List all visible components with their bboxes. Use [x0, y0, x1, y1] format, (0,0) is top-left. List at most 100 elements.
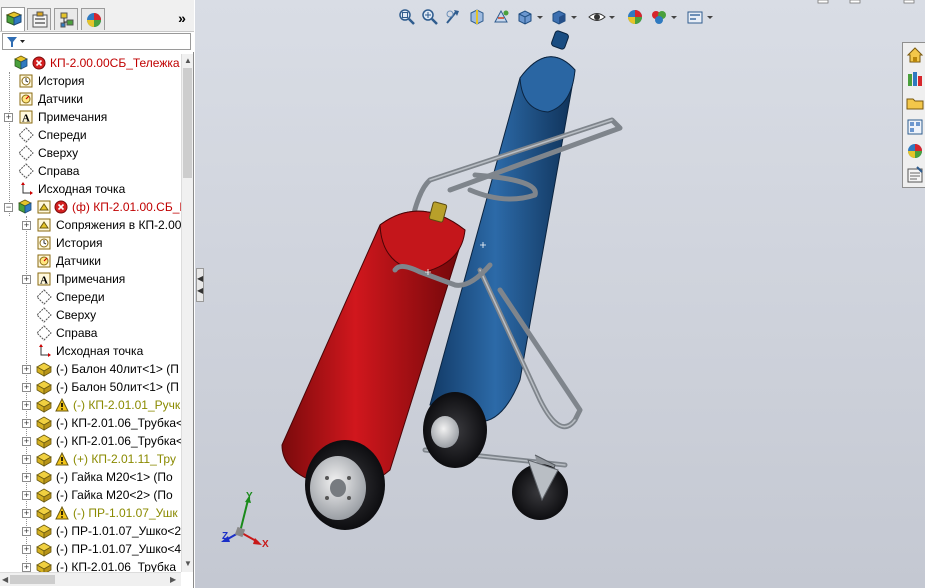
expand-toggle-icon[interactable]: + — [22, 419, 31, 428]
expand-toggle-icon[interactable]: + — [22, 365, 31, 374]
tree-row[interactable]: Датчики — [0, 90, 181, 108]
sensor-icon — [18, 91, 34, 107]
tree-row-label: Сверху — [56, 308, 97, 322]
design-library-icon[interactable] — [905, 69, 925, 89]
tree-row-label: История — [56, 236, 103, 250]
expand-toggle-icon[interactable]: + — [22, 509, 31, 518]
task-pane-tabs — [902, 42, 925, 188]
tree-row[interactable]: + A Примечания — [0, 270, 181, 288]
tree-row-label: КП-2.00.00СБ_Тележка (П — [50, 56, 181, 70]
trolley-model[interactable] — [195, 0, 925, 588]
tree-horizontal-scrollbar[interactable]: ◀ ▶ — [0, 572, 181, 586]
expand-toggle-icon[interactable]: + — [22, 545, 31, 554]
filter-row — [0, 32, 194, 52]
tree-row[interactable]: + (-) КП-2.01.01_Ручк — [0, 396, 181, 414]
tree-row-label: Справа — [38, 164, 80, 178]
mates-folder-icon — [36, 199, 52, 215]
view-palette-icon[interactable] — [905, 117, 925, 137]
tree-row[interactable]: + (-) Балон 40лит<1> (П — [0, 360, 181, 378]
horizontal-scroll-thumb[interactable] — [10, 575, 55, 584]
collapse-toggle-icon[interactable]: − — [4, 203, 13, 212]
tree-row[interactable]: История — [0, 72, 181, 90]
tree-row[interactable]: + (-) ПР-1.01.07_Ушк — [0, 504, 181, 522]
plane-icon — [18, 145, 34, 161]
expand-toggle-icon[interactable]: + — [22, 401, 31, 410]
vertical-scroll-thumb[interactable] — [183, 68, 192, 178]
tree-row[interactable]: + (-) ПР-1.01.07_Ушко<4 — [0, 540, 181, 558]
solidworks-resources-icon[interactable] — [905, 45, 925, 65]
plane-icon — [36, 307, 52, 323]
tree-row[interactable]: + (-) КП-2.01.06_Трубка< — [0, 432, 181, 450]
tree-row-label: Примечания — [56, 272, 126, 286]
tree-row-label: Сверху — [38, 146, 79, 160]
tree-row-label: (-) ПР-1.01.07_Ушко<4 — [56, 542, 181, 556]
expand-toggle-icon[interactable]: + — [22, 221, 31, 230]
history-icon — [36, 235, 52, 251]
tree-row[interactable]: + (-) Гайка М20<2> (По — [0, 486, 181, 504]
file-explorer-icon[interactable] — [905, 93, 925, 113]
tree-row[interactable]: История — [0, 234, 181, 252]
expand-toggle-icon[interactable]: + — [22, 275, 31, 284]
tree-row[interactable]: Справа — [0, 324, 181, 342]
part-icon — [36, 541, 52, 557]
tree-row[interactable]: Датчики — [0, 252, 181, 270]
appearances-icon[interactable] — [905, 141, 925, 161]
tree-row[interactable]: + Сопряжения в КП-2.00 — [0, 216, 181, 234]
part-icon — [36, 361, 52, 377]
tree-row[interactable]: Сверху — [0, 306, 181, 324]
tree-row[interactable]: − (ф) КП-2.01.00.СБ_Р — [0, 198, 181, 216]
tree-row[interactable]: Исходная точка — [0, 180, 181, 198]
front-wheel[interactable] — [305, 440, 385, 530]
propertymanager-tab[interactable] — [27, 8, 51, 30]
featuremanager-tab[interactable] — [1, 7, 25, 31]
tree-row-label: (-) Балон 50лит<1> (П — [56, 380, 179, 394]
tree-row[interactable]: + (+) КП-2.01.11_Тру — [0, 450, 181, 468]
expand-toggle-icon[interactable]: + — [22, 437, 31, 446]
expand-toggle-icon[interactable]: + — [4, 113, 13, 122]
expand-toggle-icon[interactable]: + — [22, 455, 31, 464]
panel-collapse-button[interactable]: » — [174, 10, 190, 26]
expand-toggle-icon[interactable]: + — [22, 527, 31, 536]
tree-row[interactable]: Спереди — [0, 288, 181, 306]
tree-row-label: (+) КП-2.01.11_Тру — [73, 452, 176, 466]
scroll-up-arrow-icon[interactable]: ▲ — [184, 56, 192, 66]
tree-row[interactable]: + (-) КП-2.01.06_Трубка — [0, 558, 181, 572]
custom-properties-icon[interactable] — [905, 165, 925, 185]
tree-row[interactable]: + (-) Балон 50лит<1> (П — [0, 378, 181, 396]
tree-row-label: (-) ПР-1.01.07_Ушк — [73, 506, 178, 520]
expand-toggle-icon[interactable]: + — [22, 491, 31, 500]
expand-toggle-icon[interactable]: + — [22, 473, 31, 482]
configurationmanager-icon — [60, 12, 74, 28]
displaymanager-tab[interactable] — [81, 8, 105, 30]
tree-filter-input[interactable] — [2, 33, 191, 50]
assembly-icon — [14, 55, 30, 71]
tree-row[interactable]: Исходная точка — [0, 342, 181, 360]
tree-row-label: История — [38, 74, 85, 88]
origin-icon — [36, 343, 52, 359]
tree-row-label: (-) Гайка М20<1> (По — [56, 470, 173, 484]
sensor-icon — [36, 253, 52, 269]
tree-row[interactable]: + A Примечания — [0, 108, 181, 126]
tree-vertical-scrollbar[interactable]: ▲ ▼ — [181, 54, 193, 572]
expand-toggle-icon[interactable]: + — [22, 383, 31, 392]
tree-row[interactable]: Спереди — [0, 126, 181, 144]
scroll-down-arrow-icon[interactable]: ▼ — [184, 559, 192, 569]
part-icon — [36, 487, 52, 503]
tree-row-label: (-) Балон 40лит<1> (П — [56, 362, 179, 376]
tree-row[interactable]: Сверху — [0, 144, 181, 162]
filter-icon[interactable] — [6, 36, 26, 48]
propertymanager-icon — [32, 11, 48, 28]
tree-row-label: (-) КП-2.01.06_Трубка< — [56, 416, 181, 430]
expand-toggle-icon[interactable]: + — [22, 563, 31, 572]
rear-wheel[interactable] — [423, 392, 487, 468]
tree-row[interactable]: + (-) Гайка М20<1> (По — [0, 468, 181, 486]
scroll-left-arrow-icon[interactable]: ◀ — [2, 575, 8, 585]
scroll-right-arrow-icon[interactable]: ▶ — [170, 575, 176, 585]
tree-row[interactable]: + (-) КП-2.01.06_Трубка< — [0, 414, 181, 432]
tree-row-label: (-) КП-2.01.06_Трубка< — [56, 434, 181, 448]
tree-row[interactable]: + (-) ПР-1.01.07_Ушко<2 — [0, 522, 181, 540]
tree-row[interactable]: Справа — [0, 162, 181, 180]
tree-row[interactable]: КП-2.00.00СБ_Тележка (П — [0, 54, 181, 72]
configurationmanager-tab[interactable] — [54, 8, 78, 30]
svg-text:A: A — [40, 275, 48, 287]
